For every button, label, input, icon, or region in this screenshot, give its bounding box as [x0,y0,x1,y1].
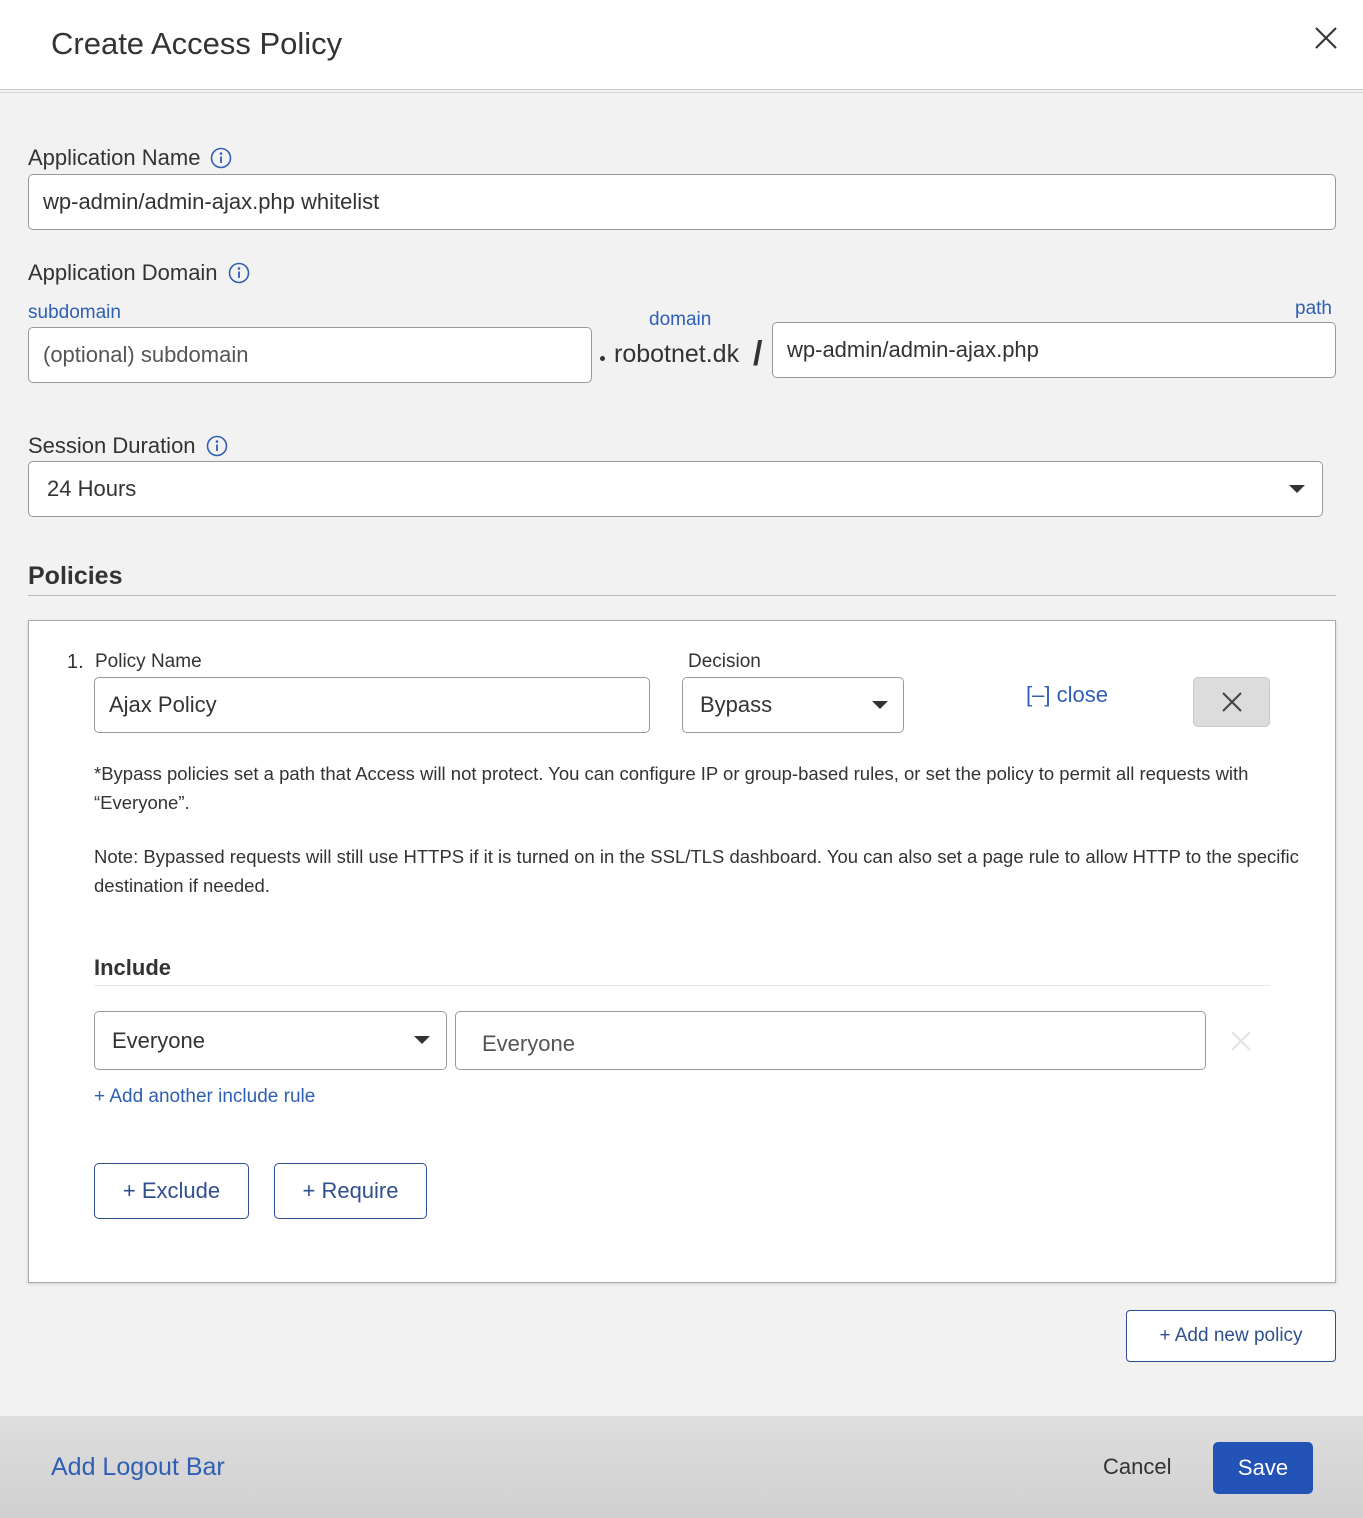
path-separator: / [753,335,763,373]
include-rule-value-input[interactable]: Everyone [455,1011,1206,1070]
decision-label: Decision [688,651,761,672]
application-domain-label: Application Domain [28,260,250,286]
cancel-button[interactable]: Cancel [1103,1454,1171,1480]
include-divider [94,985,1270,986]
close-icon[interactable] [1310,22,1342,54]
save-button[interactable]: Save [1213,1442,1313,1494]
include-rule-type-select[interactable]: Everyone [94,1011,447,1070]
add-require-button[interactable]: + Require [274,1163,427,1219]
collapse-policy-link[interactable]: [–] close [1026,682,1108,708]
domain-separator-dot [600,356,605,361]
chevron-down-icon [1289,485,1305,493]
session-duration-label: Session Duration [28,433,228,459]
chevron-down-icon [872,701,888,709]
decision-select[interactable]: Bypass [682,677,904,733]
subdomain-label: subdomain [28,302,121,323]
include-title: Include [94,955,172,980]
header-divider [0,92,1363,93]
page-title: Create Access Policy [51,26,343,61]
add-new-policy-button[interactable]: + Add new policy [1126,1310,1336,1362]
add-logout-bar-link[interactable]: Add Logout Bar [51,1453,225,1482]
path-input[interactable]: wp-admin/admin-ajax.php [772,322,1336,378]
info-icon[interactable] [206,435,228,457]
domain-label: domain [649,309,712,330]
chevron-down-icon [414,1036,430,1044]
subdomain-input[interactable]: (optional) subdomain [28,327,592,383]
remove-rule-icon[interactable] [1230,1030,1252,1052]
add-exclude-button[interactable]: + Exclude [94,1163,249,1219]
application-name-input[interactable]: wp-admin/admin-ajax.php whitelist [28,174,1336,230]
add-include-rule-link[interactable]: + Add another include rule [94,1086,315,1108]
session-duration-select[interactable]: 24 Hours [28,461,1323,517]
policies-title: Policies [28,562,123,590]
close-icon [1221,692,1242,712]
https-note: Note: Bypassed requests will still use H… [94,846,1299,896]
bypass-note: *Bypass policies set a path that Access … [94,763,1249,813]
policy-number: 1. [67,651,84,673]
policies-divider [28,595,1336,596]
path-label: path [1295,298,1332,319]
remove-policy-button[interactable] [1193,677,1270,727]
policy-name-input[interactable]: Ajax Policy [94,677,650,733]
modal-header: Create Access Policy [0,0,1363,90]
application-name-label: Application Name [28,145,232,171]
info-icon[interactable] [228,262,250,284]
domain-value: robotnet.dk [614,340,740,368]
info-icon[interactable] [210,147,232,169]
policy-name-label: Policy Name [95,651,202,672]
